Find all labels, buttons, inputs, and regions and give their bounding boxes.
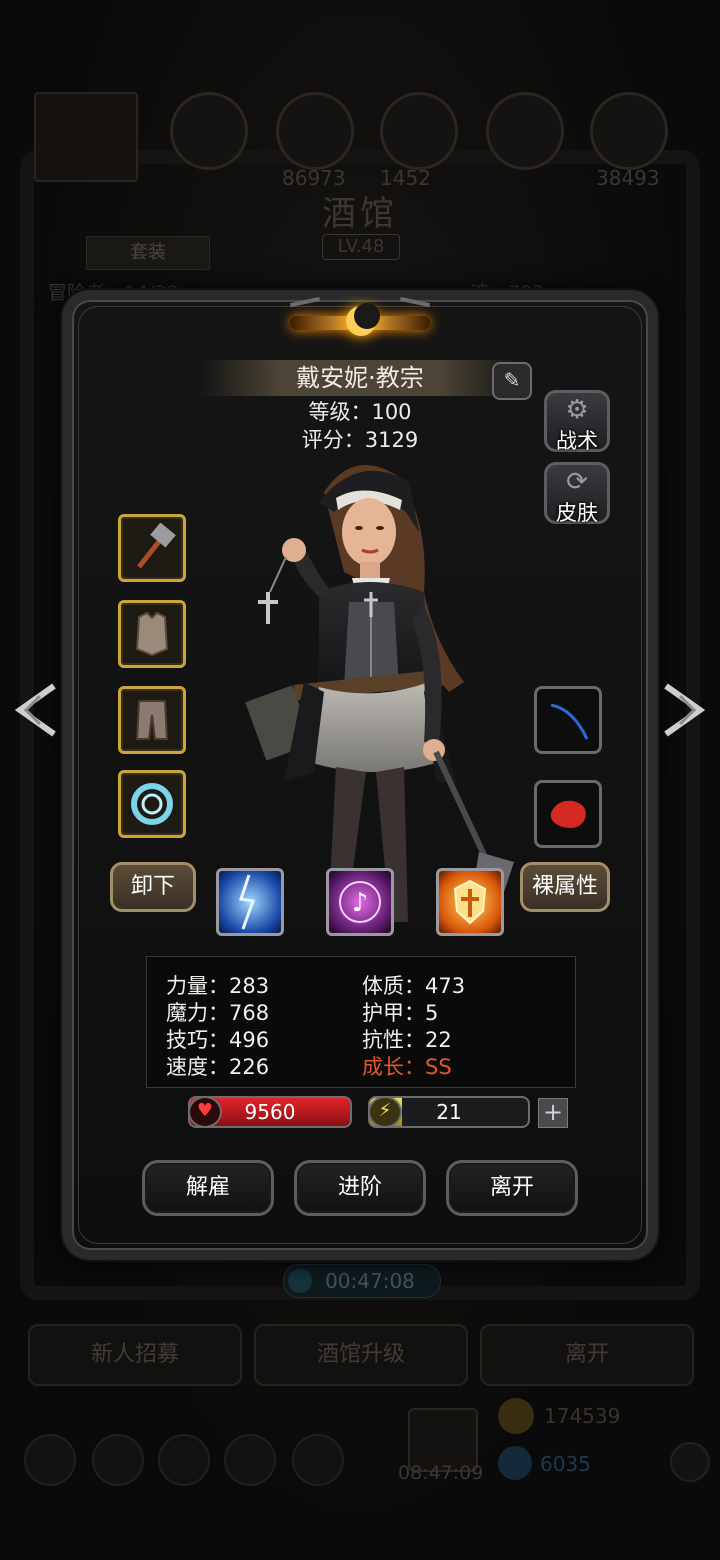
skin-button[interactable]: ⟳ 皮肤 — [544, 462, 610, 525]
menu-icon-4 — [224, 1434, 276, 1486]
lightning-skill-icon — [239, 874, 256, 930]
chest-armor-icon — [135, 611, 169, 657]
timer-text: 00:47:08 — [325, 1269, 415, 1293]
attr-resistance: 抗性：22 — [362, 1028, 452, 1052]
attr-strength: 力量：283 — [166, 974, 270, 998]
skill-slot-3[interactable] — [436, 868, 504, 936]
pencil-icon: ✎ — [503, 368, 521, 392]
attr-skill: 技巧：496 — [166, 1028, 270, 1052]
resource-icon-4 — [486, 92, 564, 170]
leave-button[interactable]: 离开 — [446, 1160, 578, 1216]
add-icon — [670, 1442, 710, 1482]
skill-slot-1[interactable] — [216, 868, 284, 936]
gear-icon: ⚙ — [565, 395, 589, 425]
attr-growth: 成长：SS — [362, 1055, 452, 1079]
hero-level: 等级：100 — [308, 400, 412, 424]
prev-hero-arrow-icon[interactable] — [10, 680, 60, 740]
tavern-leave-button: 离开 — [480, 1324, 694, 1386]
attr-constitution: 体质：473 — [362, 974, 466, 998]
tavern-timer: 00:47:08 — [283, 1264, 441, 1298]
gold-icon — [498, 1398, 534, 1434]
equip-slot-legs[interactable] — [118, 686, 186, 754]
holy-shield-skill-icon — [453, 879, 487, 925]
attr-speed: 速度：226 — [166, 1055, 270, 1079]
tactics-button[interactable]: ⚙ 战术 — [544, 390, 610, 453]
skin-label: 皮肤 — [556, 501, 598, 525]
tavern-level: LV.48 — [322, 234, 400, 260]
rename-button[interactable]: ✎ — [492, 362, 532, 400]
menu-icon-5 — [292, 1434, 344, 1486]
music-note-skill-icon: ♪ — [339, 881, 381, 923]
resource-icon-3 — [380, 92, 458, 170]
skill-slot-2[interactable]: ♪ — [326, 868, 394, 936]
add-energy-button[interactable]: + — [538, 1098, 568, 1128]
gem-icon — [498, 1446, 532, 1480]
set-tab: 套装 — [86, 236, 210, 270]
naked-attr-button[interactable]: 裸属性 — [520, 862, 610, 912]
hero-score: 评分：3129 — [301, 428, 419, 452]
attr-magic: 魔力：768 — [166, 1001, 270, 1025]
gem-icon — [550, 800, 586, 828]
equip-slot-armor[interactable] — [118, 600, 186, 668]
lightning-bolt-icon: ⚡ — [370, 1098, 402, 1126]
equip-slot-gem[interactable] — [534, 780, 602, 848]
equip-slot-weapon[interactable] — [118, 514, 186, 582]
tavern-upgrade-button: 酒馆升级 — [254, 1324, 468, 1386]
recruit-button: 新人招募 — [28, 1324, 242, 1386]
hero-name: 戴安妮·教宗 — [200, 360, 520, 396]
unequip-button[interactable]: 卸下 — [110, 862, 196, 912]
next-hero-arrow-icon[interactable] — [660, 680, 710, 740]
bow-icon — [550, 703, 589, 740]
dismiss-button[interactable]: 解雇 — [142, 1160, 274, 1216]
gold-amount: 174539 — [544, 1404, 621, 1428]
energy-bar: ⚡ 21 — [368, 1096, 530, 1128]
dialog-crest-icon — [289, 296, 431, 352]
ring-icon — [131, 783, 173, 825]
menu-icon-2 — [92, 1434, 144, 1486]
leg-armor-icon — [135, 700, 169, 740]
tavern-title: 酒馆 — [322, 194, 398, 234]
resource-icon-5 — [590, 92, 668, 170]
player-avatar — [34, 92, 138, 182]
resource-icon-2 — [276, 92, 354, 170]
svg-text:♪: ♪ — [352, 888, 369, 918]
attr-armor: 护甲：5 — [362, 1001, 439, 1025]
hp-value: 9560 — [244, 1100, 296, 1124]
refresh-shirt-icon: ⟳ — [566, 467, 588, 497]
equip-slot-ranged[interactable] — [534, 686, 602, 754]
hp-bar: ♥ 9560 — [188, 1096, 352, 1128]
hammer-icon — [137, 523, 176, 569]
equip-slot-ring[interactable] — [118, 770, 186, 838]
clock-text: 08:47:09 — [398, 1462, 484, 1484]
advance-button[interactable]: 进阶 — [294, 1160, 426, 1216]
tactics-label: 战术 — [556, 429, 598, 453]
gem-amount: 6035 — [540, 1452, 591, 1476]
menu-icon-3 — [158, 1434, 210, 1486]
menu-icon-1 — [24, 1434, 76, 1486]
resource-icon-1 — [170, 92, 248, 170]
